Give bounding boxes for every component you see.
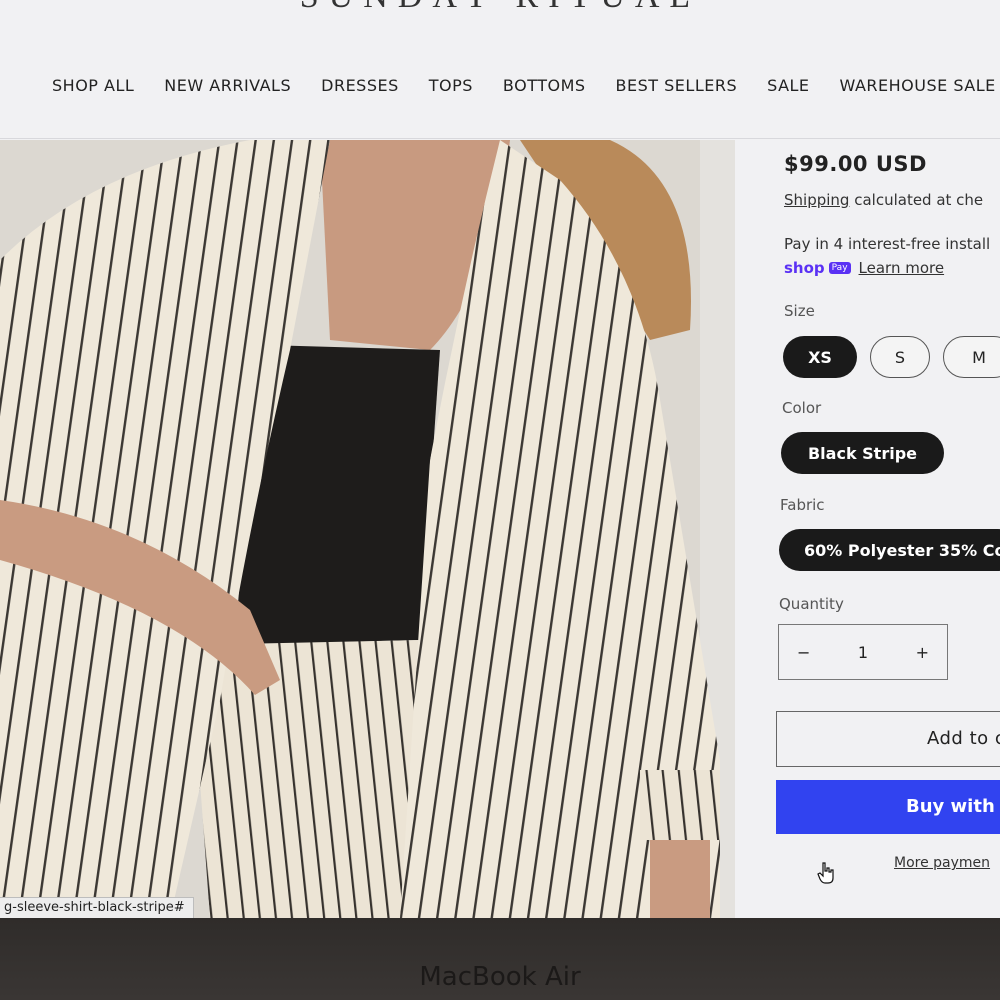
nav-new-arrivals[interactable]: NEW ARRIVALS [164, 72, 291, 102]
fabric-label: Fabric [780, 496, 825, 514]
fabric-option[interactable]: 60% Polyester 35% Co [779, 529, 1000, 571]
browser-screen: SUNDAY RITUAL SHOP ALL NEW ARRIVALS DRES… [0, 0, 1000, 918]
hand-cursor-icon [817, 862, 834, 884]
buy-with-shop-pay-button[interactable]: Buy with S [776, 780, 1000, 834]
status-bar-url: g-sleeve-shirt-black-stripe# [0, 897, 194, 918]
shipping-note: Shipping calculated at che [784, 191, 983, 209]
shipping-note-text: calculated at che [854, 191, 984, 209]
color-label: Color [782, 399, 822, 417]
product-price: $99.00 USD [784, 152, 927, 176]
shipping-link[interactable]: Shipping [784, 191, 849, 209]
nav-sale[interactable]: SALE [767, 72, 809, 102]
more-payment-options-link[interactable]: More paymen [894, 855, 990, 871]
nav-shop-all[interactable]: SHOP ALL [52, 72, 134, 102]
device-label: MacBook Air [419, 962, 581, 992]
nav-warehouse-sale[interactable]: WAREHOUSE SALE [840, 72, 996, 102]
quantity-label: Quantity [779, 595, 844, 613]
nav-tops[interactable]: TOPS [429, 72, 473, 102]
nav-bottoms[interactable]: BOTTOMS [503, 72, 586, 102]
color-option-black-stripe[interactable]: Black Stripe [781, 432, 944, 474]
installments-text: Pay in 4 interest-free install [784, 235, 991, 253]
product-photo-illustration [0, 140, 735, 918]
nav-best-sellers[interactable]: BEST SELLERS [616, 72, 738, 102]
quantity-stepper: − 1 + [778, 624, 948, 680]
shop-pay-line: shop Pay Learn more [784, 259, 944, 277]
quantity-value[interactable]: 1 [858, 643, 868, 662]
header-divider [0, 138, 1000, 139]
product-image[interactable] [0, 140, 735, 918]
brand-logo[interactable]: SUNDAY RITUAL [0, 0, 1000, 16]
size-label: Size [784, 302, 815, 320]
product-info-panel: $99.00 USD Shipping calculated at che Pa… [740, 140, 1000, 918]
shop-pay-logo: shop [784, 259, 825, 277]
quantity-increase-button[interactable]: + [916, 643, 929, 662]
size-option-xs[interactable]: XS [783, 336, 857, 378]
nav-dresses[interactable]: DRESSES [321, 72, 399, 102]
shop-pay-badge: Pay [828, 262, 851, 274]
size-option-s[interactable]: S [870, 336, 930, 378]
learn-more-link[interactable]: Learn more [859, 259, 945, 277]
add-to-cart-button[interactable]: Add to c [776, 711, 1000, 767]
size-option-m[interactable]: M [943, 336, 1000, 378]
quantity-decrease-button[interactable]: − [797, 643, 810, 662]
main-nav: SHOP ALL NEW ARRIVALS DRESSES TOPS BOTTO… [52, 72, 1000, 102]
